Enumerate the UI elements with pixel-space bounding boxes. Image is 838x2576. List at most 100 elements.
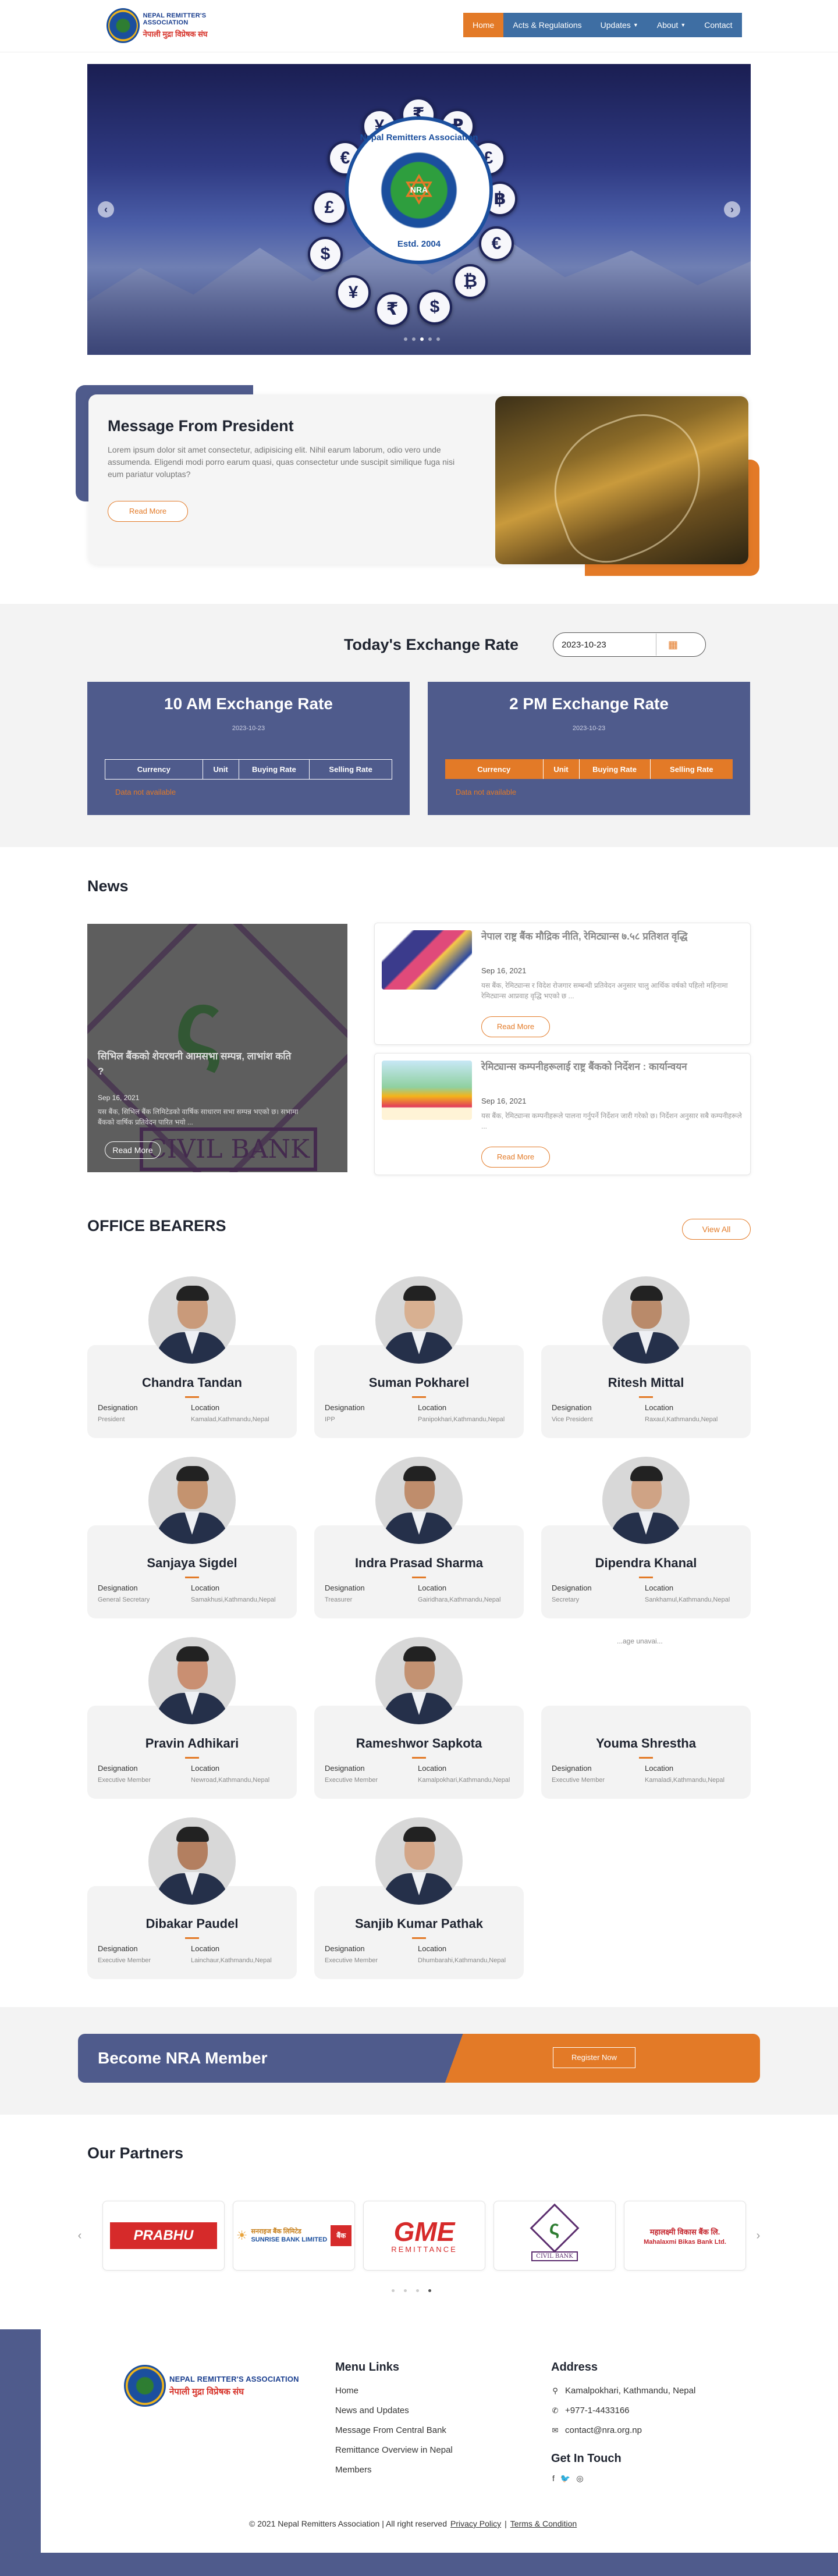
bearer-divider	[412, 1396, 426, 1398]
nav-acts-label: Acts & Regulations	[513, 20, 582, 30]
logo-text-en: NEPAL REMITTER'S ASSOCIATION	[143, 12, 207, 26]
partner-logo-sunrise[interactable]: ☀ सनराइज बैंक लिमिटेड SUNRISE BANK LIMIT…	[233, 2201, 355, 2271]
designation-value: Executive Member	[552, 1777, 605, 1784]
avatar-hair	[403, 1286, 436, 1301]
partner-logo-gme[interactable]: GME REMITTANCE	[363, 2201, 485, 2271]
footer-link-home[interactable]: Home	[335, 2386, 358, 2396]
chevron-right-icon[interactable]: ›	[751, 2228, 766, 2243]
sunrise-name-en: SUNRISE BANK LIMITED	[251, 2236, 328, 2243]
location-value: Kamaladi,Kathmandu,Nepal	[645, 1777, 725, 1784]
date-input-value: 2023-10-23	[562, 640, 606, 650]
nav-home-label: Home	[473, 20, 495, 30]
designation-label: Designation	[552, 1764, 592, 1773]
location-label: Location	[191, 1944, 220, 1953]
location-label: Location	[418, 1584, 447, 1592]
rate-table: Currency Unit Buying Rate Selling Rate	[445, 759, 733, 779]
nav-contact[interactable]: Contact	[695, 13, 741, 37]
banner-dot[interactable]	[412, 337, 416, 341]
calendar-icon[interactable]: ▦	[656, 634, 690, 656]
footer-logo[interactable]: NEPAL REMITTER'S ASSOCIATION नेपाली मुद्…	[124, 2365, 299, 2407]
news-card[interactable]: रेमिट्यान्स कम्पनीहरूलाई राष्ट्र बैंकको …	[374, 1053, 751, 1175]
avatar-hair	[630, 1466, 663, 1481]
footer-link-news[interactable]: News and Updates	[335, 2406, 409, 2415]
view-all-button[interactable]: View All	[682, 1219, 751, 1240]
terms-link[interactable]: Terms & Condition	[510, 2519, 577, 2528]
featured-news-excerpt: यस बैंक, सिभिल बैंक लिमिटेडको वार्षिक सा…	[98, 1108, 299, 1126]
news-title[interactable]: नेपाल राष्ट्र बैंक मौद्रिक नीति, रेमिट्य…	[481, 929, 749, 944]
designation-value: IPP	[325, 1416, 335, 1423]
avatar-hair	[403, 1827, 436, 1842]
location-value: Gairidhara,Kathmandu,Nepal	[418, 1596, 501, 1603]
news-card[interactable]: नेपाल राष्ट्र बैंक मौद्रिक नीति, रेमिट्य…	[374, 923, 751, 1045]
location-label: Location	[191, 1403, 220, 1412]
avatar	[148, 1276, 236, 1364]
banner-dot[interactable]	[428, 337, 432, 341]
register-now-button[interactable]: Register Now	[553, 2047, 635, 2068]
bearer-name: Sanjib Kumar Pathak	[354, 1916, 484, 1931]
bearer-card[interactable]	[541, 1706, 751, 1799]
col-buying: Buying Rate	[238, 759, 310, 780]
message-read-more-button[interactable]: Read More	[108, 501, 188, 522]
avatar-hair	[176, 1646, 209, 1661]
footer-email[interactable]: ✉ contact@nra.org.np	[551, 2425, 642, 2435]
nav-about[interactable]: About ▼	[648, 13, 695, 37]
featured-news-date: Sep 16, 2021	[98, 1094, 140, 1102]
featured-news-title[interactable]: सिभिल बैंकको शेयरधनी आमसभा सम्पन्न, लाभा…	[98, 1049, 296, 1079]
privacy-policy-link[interactable]: Privacy Policy	[450, 2519, 501, 2528]
featured-news-card[interactable]: ς CIVIL BANK	[87, 924, 347, 1172]
news-read-more-button[interactable]: Read More	[481, 1147, 550, 1168]
logo-emblem-icon	[106, 8, 140, 43]
footer-address: ⚲ Kamalpokhari, Kathmandu, Nepal	[551, 2386, 695, 2396]
sunrise-badge: बैंक	[331, 2225, 352, 2246]
footer-link-remittance[interactable]: Remittance Overview in Nepal	[335, 2445, 453, 2455]
banner-dot[interactable]	[436, 337, 440, 341]
partner-dot[interactable]	[404, 2289, 407, 2292]
twitter-icon[interactable]: 🐦	[560, 2474, 570, 2484]
banner-dot[interactable]	[420, 337, 424, 341]
partner-dots	[392, 2289, 431, 2292]
footer-link-central-bank[interactable]: Message From Central Bank	[335, 2425, 446, 2435]
main-nav: Home Acts & Regulations Updates ▼ About ▼ …	[463, 13, 742, 37]
road-illustration	[535, 397, 723, 564]
logo-text-np: नेपाली मुद्रा विप्रेषक संघ	[143, 30, 208, 38]
instagram-icon[interactable]: ◎	[576, 2474, 583, 2484]
news-read-more-button[interactable]: Read More	[481, 1016, 550, 1037]
partner-logo-mahalaxmi[interactable]: महालक्ष्मी विकास बैंक लि. Mahalaxmi Bika…	[624, 2201, 746, 2271]
news-excerpt: यस बैंक, रेमिट्यान्स र विदेश रोजगार सम्ब…	[481, 981, 728, 1000]
nav-home[interactable]: Home	[463, 13, 504, 37]
nav-acts-regulations[interactable]: Acts & Regulations	[503, 13, 591, 37]
site-logo[interactable]: NEPAL REMITTER'S ASSOCIATION नेपाली मुद्…	[106, 8, 246, 43]
footer-link-members[interactable]: Members	[335, 2465, 372, 2475]
chevron-right-icon[interactable]: ›	[724, 201, 740, 218]
partner-dot[interactable]	[416, 2289, 419, 2292]
partner-dot[interactable]	[392, 2289, 395, 2292]
bearer-divider	[639, 1577, 653, 1578]
banner-dot[interactable]	[404, 337, 407, 341]
designation-value: General Secretary	[98, 1596, 150, 1603]
partner-logo-civil[interactable]: ς CIVIL BANK	[493, 2201, 616, 2271]
avatar	[375, 1276, 463, 1364]
avatar-hair	[176, 1286, 209, 1301]
col-selling: Selling Rate	[649, 759, 733, 779]
mahalaxmi-name-np: महालक्ष्मी विकास बैंक लि.	[649, 2227, 720, 2236]
news-title[interactable]: रेमिट्यान्स कम्पनीहरूलाई राष्ट्र बैंकको …	[481, 1059, 749, 1074]
facebook-icon[interactable]: f	[552, 2474, 555, 2484]
broken-image-alt: ...age unavai...	[617, 1637, 663, 1645]
rate-table: Currency Unit Buying Rate Selling Rate	[105, 759, 392, 780]
chevron-left-icon[interactable]: ‹	[98, 201, 114, 218]
partners-section-title: Our Partners	[87, 2144, 184, 2162]
banner-dots	[404, 337, 440, 341]
chevron-left-icon[interactable]: ‹	[72, 2228, 87, 2243]
location-value: Raxaul,Kathmandu,Nepal	[645, 1416, 718, 1423]
partner-logo-prabhu[interactable]: PRABHU BANK	[102, 2201, 225, 2271]
partner-dot[interactable]	[428, 2289, 431, 2292]
footer-phone[interactable]: ✆ +977-1-4433166	[551, 2406, 630, 2415]
news-date: Sep 16, 2021	[481, 966, 527, 975]
featured-news-read-more-button[interactable]: Read More	[105, 1141, 161, 1159]
bearer-name: Youma Shrestha	[596, 1736, 696, 1750]
bearer-divider	[185, 1396, 199, 1398]
footer-side-band	[0, 2329, 41, 2576]
col-unit: Unit	[542, 759, 579, 779]
nav-updates[interactable]: Updates ▼	[591, 13, 648, 37]
news-thumbnail	[382, 1061, 472, 1120]
